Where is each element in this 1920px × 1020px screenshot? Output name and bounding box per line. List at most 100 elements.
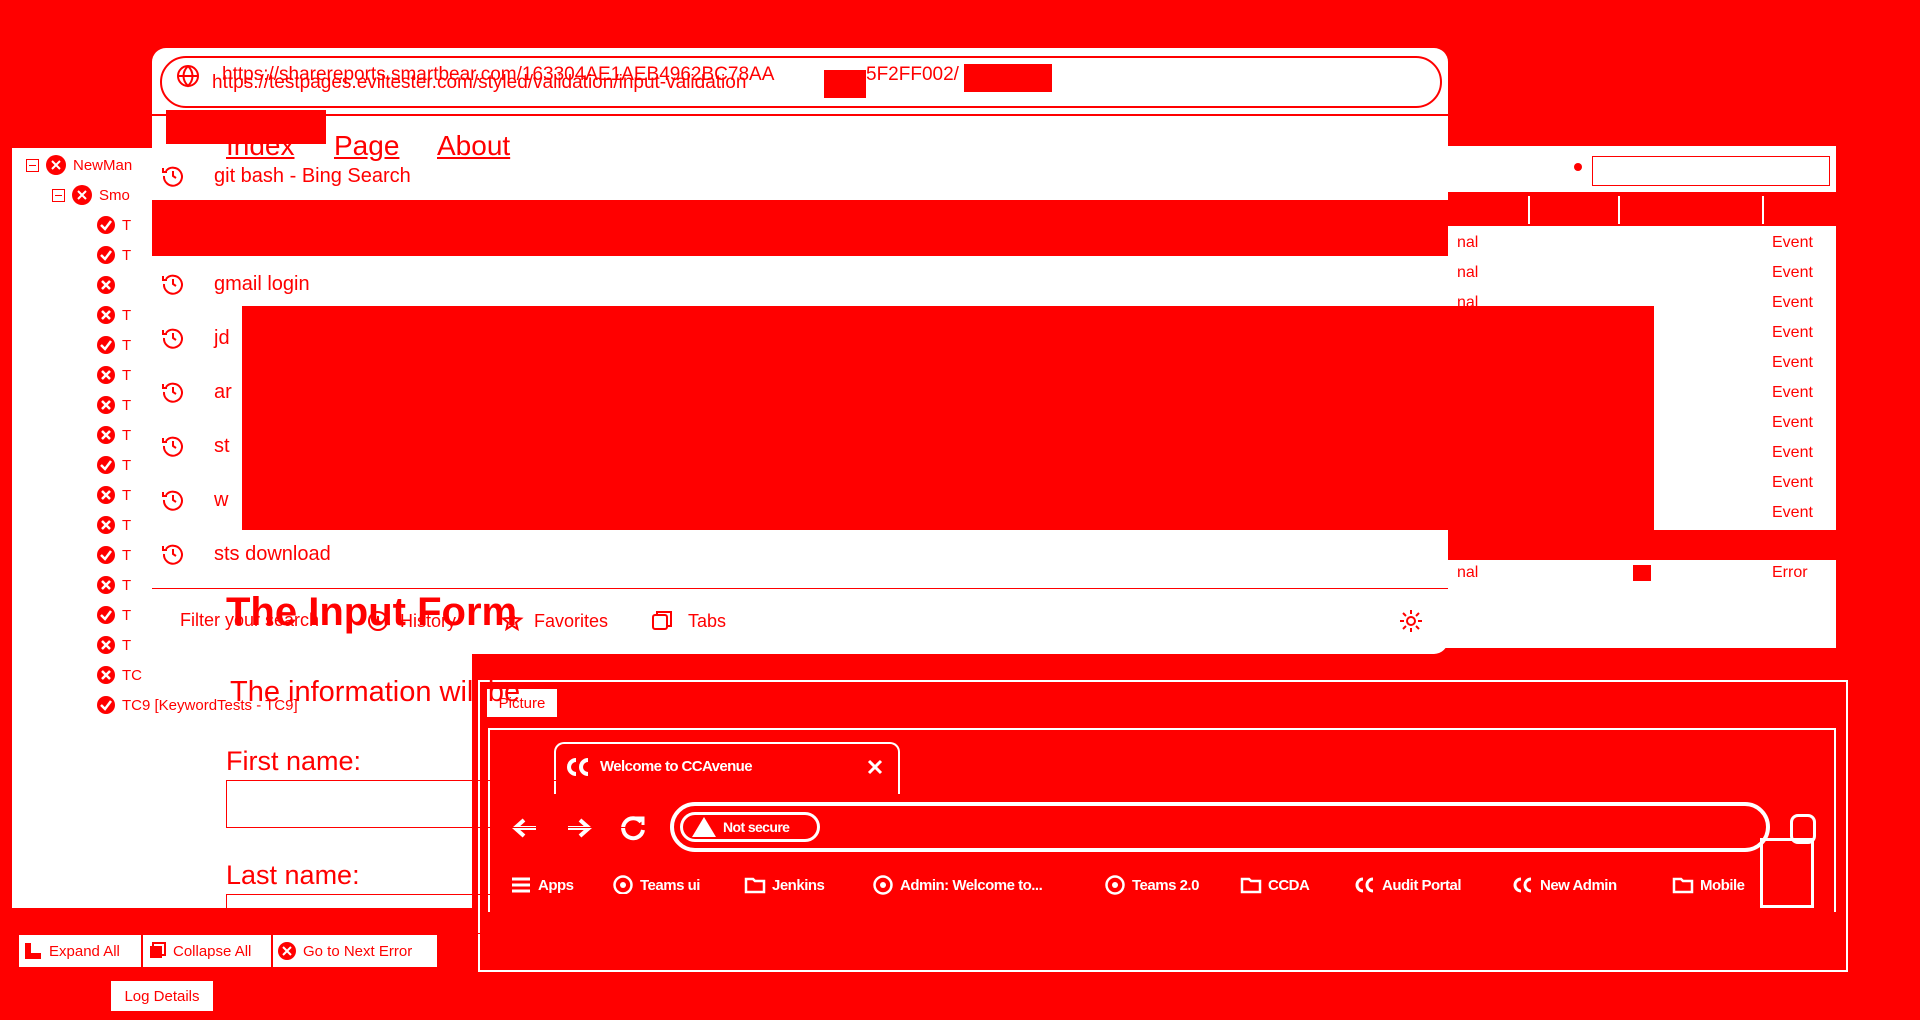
- history-item[interactable]: jd: [160, 318, 230, 358]
- error-icon: [278, 942, 296, 960]
- collapse-all-button[interactable]: Collapse All: [142, 934, 272, 968]
- log-details-label: Log Details: [124, 987, 200, 1005]
- tree-bottom-bar: [12, 908, 472, 928]
- next-error-button[interactable]: Go to Next Error: [272, 934, 438, 968]
- history-icon: [162, 382, 183, 403]
- grid-event-cell[interactable]: Event: [1772, 324, 1813, 342]
- error-row[interactable]: nal Error: [1440, 564, 1836, 586]
- fail-icon: [97, 486, 115, 504]
- tree-suite[interactable]: Smo: [52, 184, 130, 206]
- address-bar[interactable]: Not secure: [670, 802, 1770, 852]
- first-name-input[interactable]: [226, 780, 658, 828]
- grid-event-cell[interactable]: Event: [1772, 294, 1813, 312]
- grid-event-cell[interactable]: Event: [1772, 354, 1813, 372]
- tree-item[interactable]: T: [96, 633, 131, 657]
- tree-item-label: T: [122, 246, 132, 264]
- grid-type-cell: nal: [1457, 264, 1479, 281]
- grid-event-cell[interactable]: Event: [1772, 444, 1813, 462]
- form-title: The Input Form: [226, 590, 518, 634]
- grid-event-cell[interactable]: Event: [1772, 234, 1813, 252]
- fail-icon: [97, 306, 115, 324]
- tree-item[interactable]: T: [96, 393, 131, 417]
- favorites-filter-label: Favorites: [534, 610, 609, 631]
- ccavenue-icon: [1355, 877, 1374, 893]
- tree-item[interactable]: T: [96, 573, 131, 597]
- tree-root[interactable]: NewMan: [26, 154, 132, 176]
- folder-icon: [1240, 877, 1262, 894]
- bookmark-label: Apps: [538, 876, 574, 894]
- url-tail-text: 5F2FF002/: [866, 64, 959, 85]
- tree-item[interactable]: T: [96, 483, 131, 507]
- apps-icon: [512, 877, 530, 893]
- pass-icon: [97, 606, 115, 624]
- bookmark-item[interactable]: Mobile: [1672, 872, 1745, 898]
- history-item[interactable]: st: [160, 426, 230, 466]
- tabs-filter[interactable]: Tabs: [650, 604, 726, 638]
- tree-item[interactable]: TC: [96, 663, 142, 687]
- tree-item[interactable]: T: [96, 513, 131, 537]
- tree-item[interactable]: T: [96, 603, 131, 627]
- history-icon: [162, 328, 183, 349]
- grid-event-cell[interactable]: Event: [1772, 384, 1813, 402]
- tree-item[interactable]: T: [96, 213, 131, 237]
- bookmark-label: Jenkins: [772, 876, 825, 894]
- dropdown-divider: [152, 114, 1448, 116]
- grid-event-cell[interactable]: Event: [1772, 264, 1813, 282]
- nav-about-link[interactable]: About: [437, 130, 510, 162]
- history-band: [152, 200, 1448, 256]
- picture-content-area: [488, 912, 1836, 962]
- history-item-label: jd: [214, 326, 230, 349]
- tree-item-label: T: [122, 546, 132, 564]
- collapse-all-label: Collapse All: [173, 942, 252, 960]
- error-row-status: Error: [1772, 564, 1808, 581]
- close-tab-icon[interactable]: [866, 758, 884, 776]
- history-item[interactable]: sts download: [160, 534, 331, 574]
- fail-icon: [97, 576, 115, 594]
- tree-item[interactable]: T: [96, 543, 131, 567]
- settings-gear-icon[interactable]: [1398, 608, 1424, 634]
- collapse-box-icon[interactable]: [26, 158, 39, 172]
- site-info-icon[interactable]: [176, 64, 200, 88]
- grid-event-cell[interactable]: Event: [1772, 474, 1813, 492]
- bookmark-item[interactable]: New Admin: [1512, 872, 1617, 898]
- tree-item[interactable]: T: [96, 303, 131, 327]
- bookmark-label: Teams ui: [640, 876, 700, 894]
- grid-event-cell[interactable]: Event: [1772, 414, 1813, 432]
- tree-item[interactable]: T: [96, 423, 131, 447]
- tree-item[interactable]: T: [96, 453, 131, 477]
- bookmark-item[interactable]: Audit Portal: [1354, 872, 1462, 898]
- grid-header: [1440, 192, 1836, 226]
- expand-all-button[interactable]: Expand All: [18, 934, 142, 968]
- bookmark-item[interactable]: CCDA: [1240, 872, 1310, 898]
- grid-filter-input[interactable]: [1592, 156, 1830, 186]
- grid-pin-icon[interactable]: [1574, 163, 1582, 171]
- history-item[interactable]: ar: [160, 372, 232, 412]
- bookmark-item[interactable]: Jenkins: [744, 872, 825, 898]
- form-subtitle: The information will be: [230, 676, 521, 708]
- tree-item[interactable]: [96, 273, 122, 297]
- pass-icon: [97, 246, 115, 264]
- history-icon: [162, 166, 183, 187]
- fail-icon: [97, 396, 115, 414]
- log-details-tab[interactable]: Log Details: [110, 980, 214, 1012]
- next-error-label: Go to Next Error: [303, 942, 413, 960]
- history-item[interactable]: git bash - Bing Search: [160, 156, 411, 196]
- grid-header-divider: [1762, 196, 1764, 224]
- history-item[interactable]: w: [160, 480, 228, 520]
- bookmark-label: Mobile: [1700, 876, 1745, 894]
- not-secure-label: Not secure: [723, 819, 790, 835]
- bookmark-item[interactable]: Teams 2.0: [1104, 872, 1199, 898]
- history-item-label: sts download: [214, 542, 331, 565]
- fail-icon: [97, 426, 115, 444]
- globe-icon: [1105, 875, 1125, 895]
- collapse-box-icon[interactable]: [52, 188, 65, 202]
- dropdown-footer-divider: [152, 588, 1448, 589]
- bookmark-item[interactable]: Admin: Welcome to...: [872, 872, 1043, 898]
- tree-item[interactable]: T: [96, 333, 131, 357]
- history-item[interactable]: gmail login: [160, 264, 310, 304]
- grid-event-cell[interactable]: Event: [1772, 504, 1813, 522]
- tree-item[interactable]: T: [96, 243, 131, 267]
- history-item-label: w: [214, 488, 229, 511]
- not-secure-chip[interactable]: Not secure: [680, 812, 820, 842]
- tree-item[interactable]: T: [96, 363, 131, 387]
